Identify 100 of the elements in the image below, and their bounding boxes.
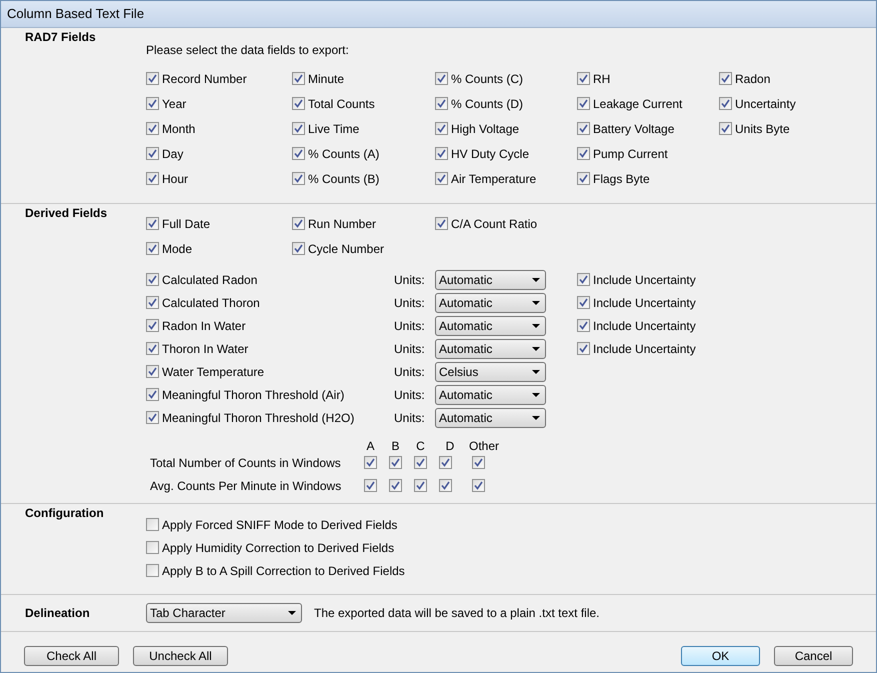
checkbox-label: % Counts (A) [308, 146, 380, 162]
checkbox[interactable] [472, 479, 485, 492]
checkmark-icon [437, 174, 446, 183]
dialog-button[interactable]: Cancel [774, 646, 853, 666]
checkbox[interactable] [719, 72, 732, 85]
section-title: Configuration [25, 506, 104, 520]
checkmark-icon [148, 149, 157, 158]
dropdown-arrow-icon [532, 370, 540, 374]
checkbox[interactable] [577, 342, 590, 355]
checkmark-icon [416, 458, 425, 467]
checkmark-icon [148, 275, 157, 284]
dropdown-arrow-icon [532, 300, 540, 304]
checkbox[interactable] [364, 479, 377, 492]
checkbox[interactable] [146, 273, 159, 286]
checkbox[interactable] [577, 172, 590, 185]
checkbox[interactable] [719, 97, 732, 110]
checkbox[interactable] [577, 273, 590, 286]
checkbox-label: Water Temperature [162, 364, 264, 380]
checkbox[interactable] [146, 342, 159, 355]
checkbox[interactable] [389, 456, 402, 469]
checkbox-label: Battery Voltage [593, 120, 674, 138]
units-dropdown[interactable]: Celsius [435, 362, 546, 382]
dialog-button[interactable]: Uncheck All [133, 646, 228, 666]
checkbox[interactable] [146, 564, 159, 577]
dropdown-arrow-icon [532, 416, 540, 420]
column-header: B [390, 438, 400, 451]
units-dropdown[interactable]: Automatic [435, 292, 546, 312]
checkbox[interactable] [292, 172, 305, 185]
checkbox-label: Meaningful Thoron Threshold (H2O) [162, 410, 354, 426]
checkmark-icon [437, 74, 446, 83]
checkbox[interactable] [719, 122, 732, 135]
units-label: Units: [394, 386, 426, 404]
units-dropdown[interactable]: Automatic [435, 408, 546, 428]
units-dropdown[interactable]: Automatic [435, 384, 546, 404]
dialog-button[interactable]: Check All [24, 646, 119, 666]
checkbox-label: Month [162, 120, 196, 138]
checkmark-icon [437, 99, 446, 108]
checkbox[interactable] [146, 97, 159, 110]
checkbox[interactable] [146, 541, 159, 554]
checkmark-icon [437, 149, 446, 158]
checkbox[interactable] [146, 365, 159, 378]
checkbox[interactable] [439, 456, 452, 469]
units-dropdown[interactable]: Automatic [435, 316, 546, 336]
checkmark-icon [148, 99, 157, 108]
checkbox[interactable] [292, 147, 305, 160]
units-dropdown[interactable]: Automatic [435, 270, 546, 290]
checkbox[interactable] [577, 319, 590, 332]
checkbox[interactable] [435, 217, 448, 230]
checkbox[interactable] [292, 217, 305, 230]
checkbox[interactable] [146, 172, 159, 185]
checkbox-label: Uncertainty [735, 96, 796, 112]
checkbox[interactable] [414, 479, 427, 492]
checkbox[interactable] [146, 518, 159, 531]
column-header: A [365, 438, 376, 451]
dialog-button[interactable]: OK [681, 646, 760, 666]
checkbox[interactable] [146, 72, 159, 85]
delineation-dropdown[interactable]: Tab Character [146, 603, 302, 623]
checkmark-icon [579, 321, 588, 330]
checkbox[interactable] [439, 479, 452, 492]
checkbox[interactable] [435, 72, 448, 85]
checkbox[interactable] [146, 296, 159, 309]
checkbox[interactable] [146, 319, 159, 332]
checkbox[interactable] [435, 172, 448, 185]
checkbox-label: Day [162, 146, 184, 162]
checkbox[interactable] [292, 97, 305, 110]
checkbox[interactable] [146, 147, 159, 160]
checkbox[interactable] [577, 147, 590, 160]
checkbox[interactable] [146, 388, 159, 401]
checkbox-label: Apply B to A Spill Correction to Derived Fields [162, 562, 405, 580]
checkbox[interactable] [414, 456, 427, 469]
checkbox[interactable] [146, 122, 159, 135]
checkbox[interactable] [435, 122, 448, 135]
checkbox-label: Live Time [308, 120, 360, 138]
units-dropdown[interactable]: Automatic [435, 338, 546, 358]
checkmark-icon [148, 124, 157, 133]
checkbox[interactable] [577, 97, 590, 110]
checkbox[interactable] [472, 456, 485, 469]
checkbox[interactable] [389, 479, 402, 492]
checkbox[interactable] [577, 72, 590, 85]
checkmark-icon [579, 298, 588, 307]
checkmark-icon [148, 367, 157, 376]
checkbox[interactable] [146, 411, 159, 424]
checkbox[interactable] [292, 242, 305, 255]
row-label: Avg. Counts Per Minute in Windows [150, 478, 342, 494]
checkbox-label: Radon In Water [162, 318, 246, 334]
checkbox-label: Total Counts [308, 96, 375, 112]
checkmark-icon [441, 481, 450, 490]
checkbox[interactable] [577, 122, 590, 135]
checkbox[interactable] [435, 147, 448, 160]
checkbox[interactable] [146, 217, 159, 230]
checkbox[interactable] [146, 242, 159, 255]
window-title: Column Based Text File [7, 5, 144, 24]
checkbox[interactable] [292, 72, 305, 85]
checkmark-icon [148, 390, 157, 399]
checkbox[interactable] [577, 296, 590, 309]
checkbox-label: Meaningful Thoron Threshold (Air) [162, 386, 344, 404]
checkmark-icon [294, 244, 303, 253]
checkbox[interactable] [364, 456, 377, 469]
checkbox[interactable] [435, 97, 448, 110]
checkbox[interactable] [292, 122, 305, 135]
